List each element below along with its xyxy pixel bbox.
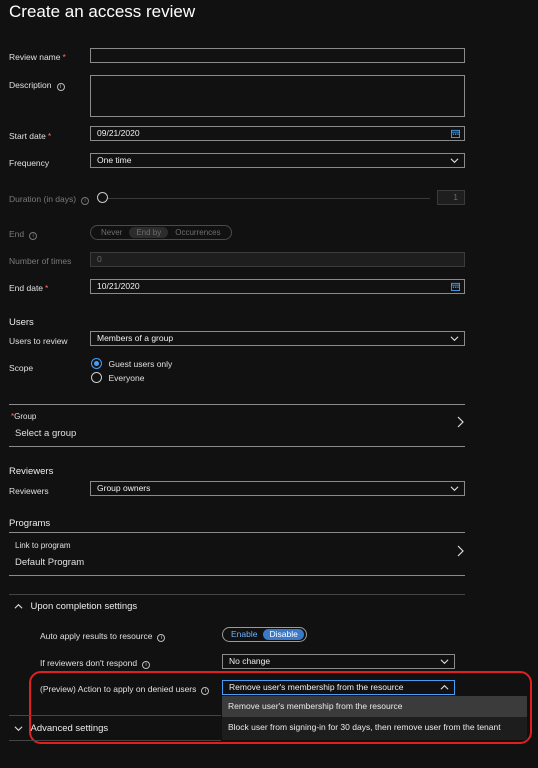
end-date-value: 10/21/2020 [97,281,140,291]
frequency-dropdown[interactable]: One time [90,153,465,168]
description-textarea[interactable] [90,75,465,117]
number-of-times-label: Number of times [9,256,72,266]
denied-action-menu: Remove user's membership from the resour… [222,696,527,740]
reviewers-label: Reviewers [9,486,49,496]
chevron-down-icon [450,486,459,492]
radio-unselected-icon[interactable] [91,372,102,384]
divider [9,715,221,716]
users-to-review-label: Users to review [9,336,68,346]
program-selector[interactable]: Link to program Default Program [9,532,465,575]
advanced-heading: Advanced settings [30,723,109,735]
end-option-end-by[interactable]: End by [129,227,169,238]
duration-slider-thumb[interactable] [97,192,108,203]
divider [9,575,465,576]
link-to-program-label: Link to program [15,541,71,550]
divider [9,740,221,741]
frequency-label: Frequency [9,158,50,168]
chevron-up-icon [440,684,449,690]
end-date-input[interactable]: 10/21/2020 [90,279,465,294]
program-value: Default Program [15,557,85,568]
denied-action-label: (Preview) Action to apply on denied user… [40,684,210,695]
review-name-input[interactable] [90,48,465,63]
calendar-icon[interactable] [451,282,460,291]
users-to-review-dropdown[interactable]: Members of a group [90,331,465,346]
scope-label: Scope [9,363,34,373]
end-option-occurrences[interactable]: Occurrences [168,227,227,238]
end-date-label: End date * [9,283,49,293]
menu-item-block-user[interactable]: Block user from signing-in for 30 days, … [222,717,527,738]
auto-apply-label: Auto apply results to resource i [40,631,166,642]
radio-selected-icon[interactable] [91,358,102,370]
info-icon[interactable]: i [142,661,151,669]
frequency-value: One time [97,155,132,165]
description-label: Description i [9,80,65,91]
chevron-down-icon [450,158,459,164]
scope-option-everyone[interactable]: Everyone [91,372,144,384]
divider [9,594,465,595]
info-icon[interactable]: i [201,687,210,695]
group-label: *Group [11,412,37,421]
info-icon[interactable]: i [81,197,90,205]
page-title: Create an access review [9,2,196,21]
advanced-settings-toggle[interactable]: Advanced settings [14,723,108,734]
start-date-label: Start date * [9,131,52,141]
no-response-dropdown[interactable]: No change [222,654,455,669]
chevron-down-icon [450,336,459,342]
no-response-label: If reviewers don't respond i [40,658,151,669]
no-response-value: No change [229,656,271,666]
menu-item-remove-membership[interactable]: Remove user's membership from the resour… [222,696,527,717]
start-date-value: 09/21/2020 [97,128,140,138]
duration-input[interactable]: 1 [437,190,465,205]
divider [9,446,465,447]
reviewers-heading: Reviewers [9,466,54,477]
users-heading: Users [9,317,34,328]
calendar-icon[interactable] [451,129,460,138]
programs-heading: Programs [9,518,51,529]
end-option-never[interactable]: Never [94,227,129,238]
duration-label: Duration (in days) i [9,194,90,205]
chevron-down-icon [14,726,23,732]
chevron-up-icon [14,604,23,609]
end-option-group[interactable]: Never End by Occurrences [90,225,232,240]
review-name-label: Review name * [9,52,66,62]
group-value: Select a group [15,428,77,439]
start-date-input[interactable]: 09/21/2020 [90,126,465,141]
chevron-right-icon [457,416,464,428]
auto-apply-toggle[interactable]: Enable Disable [222,627,307,642]
completion-settings-toggle[interactable]: Upon completion settings [14,601,137,612]
duration-slider-track[interactable] [100,198,430,199]
info-icon[interactable]: i [29,232,38,240]
denied-action-dropdown[interactable]: Remove user's membership from the resour… [222,680,455,695]
reviewers-dropdown[interactable]: Group owners [90,481,465,496]
chevron-right-icon [457,545,464,557]
reviewers-value: Group owners [97,483,151,493]
disable-option[interactable]: Disable [263,629,304,640]
group-selector[interactable]: *Group Select a group [9,404,465,446]
end-label: End i [9,229,38,240]
denied-action-value: Remove user's membership from the resour… [229,682,404,692]
info-icon[interactable]: i [157,634,166,642]
number-of-times-input[interactable]: 0 [90,252,465,267]
completion-heading: Upon completion settings [30,601,138,613]
enable-option[interactable]: Enable [225,629,263,640]
info-icon[interactable]: i [56,83,65,91]
scope-option-guest[interactable]: Guest users only [91,358,172,370]
users-to-review-value: Members of a group [97,333,174,343]
chevron-down-icon [440,659,449,665]
